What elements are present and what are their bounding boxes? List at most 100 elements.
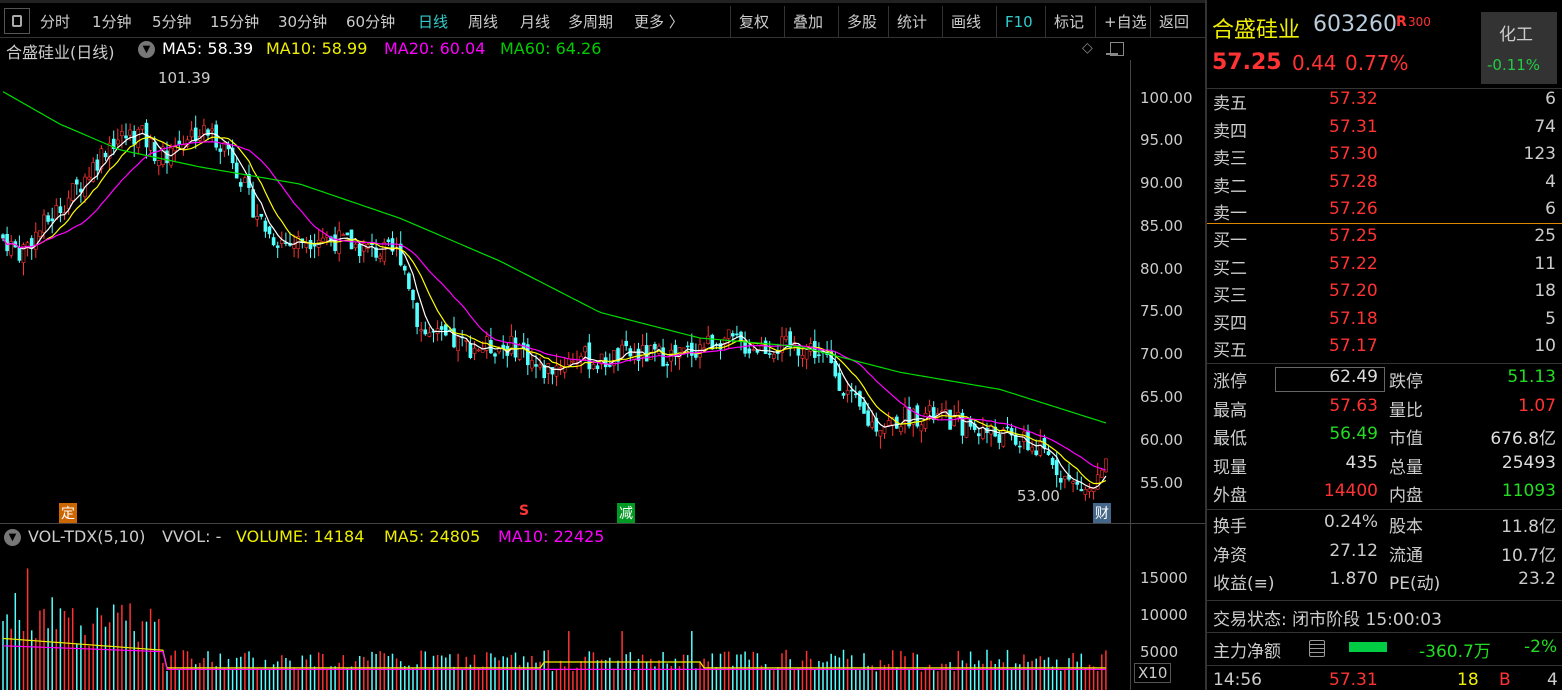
diamond-icon[interactable]: ◇: [1082, 40, 1093, 56]
toolbar-button-0[interactable]: 复权: [730, 6, 777, 38]
candle: [878, 430, 883, 437]
level-volume: 4: [1545, 171, 1556, 192]
toolbar-button-5[interactable]: F10: [996, 6, 1041, 38]
candle: [558, 367, 563, 369]
candle: [1071, 481, 1075, 484]
volume-chart[interactable]: [0, 550, 1130, 690]
stat-row: 净资 27.12 流通 10.7亿: [1213, 541, 1556, 568]
period-tab-9[interactable]: 多周期: [568, 11, 613, 32]
asks-row[interactable]: 卖一 57.26 6: [1213, 199, 1556, 226]
period-tab-10[interactable]: 更多 〉: [634, 11, 684, 32]
bids-row[interactable]: 买二 57.22 11: [1213, 254, 1556, 281]
toolbar-button-8[interactable]: 返回: [1150, 6, 1197, 38]
candle: [1, 234, 5, 239]
asks-row[interactable]: 卖五 57.32 6: [1213, 89, 1556, 116]
candlestick-chart[interactable]: [0, 60, 1130, 522]
period-tab-3[interactable]: 15分钟: [210, 11, 259, 32]
event-marker-jian[interactable]: 减: [617, 503, 635, 523]
candle: [1001, 428, 1006, 447]
event-marker-cai[interactable]: 财: [1093, 503, 1111, 523]
period-tab-0[interactable]: 分时: [40, 11, 70, 32]
asks-row[interactable]: 卖三 57.30 123: [1213, 144, 1556, 171]
main-flow-detail-icon[interactable]: [1309, 640, 1325, 657]
candle: [386, 239, 391, 243]
vvol-label: VVOL: -: [162, 527, 222, 546]
toolbar-button-3[interactable]: 统计: [888, 6, 935, 38]
period-tab-2[interactable]: 5分钟: [152, 11, 192, 32]
maximize-icon[interactable]: [1110, 42, 1124, 56]
candle: [587, 342, 592, 370]
candle: [50, 218, 55, 222]
candle: [681, 347, 686, 352]
candle: [726, 329, 731, 339]
candle: [624, 340, 629, 347]
stat-value: 25493: [1501, 452, 1556, 473]
candle: [866, 410, 870, 426]
candle: [493, 353, 497, 357]
candle: [243, 177, 247, 183]
period-tab-8[interactable]: 月线: [520, 11, 550, 32]
stat-label: 跌停: [1389, 372, 1423, 392]
candle: [202, 125, 206, 135]
stat-label: 净资: [1213, 545, 1247, 566]
main-flow-value: -360.7万: [1419, 642, 1491, 662]
level-price: 57.17: [1329, 336, 1378, 356]
candle: [833, 360, 838, 377]
tick-volume: 18: [1457, 670, 1479, 690]
candle: [976, 433, 981, 437]
candle: [136, 128, 141, 149]
bids-row[interactable]: 买三 57.20 18: [1213, 281, 1556, 308]
toolbar-button-4[interactable]: 画线: [942, 6, 989, 38]
candle: [870, 421, 875, 428]
bids-row[interactable]: 买四 57.18 5: [1213, 309, 1556, 336]
price-tick: 100.00: [1140, 88, 1193, 107]
asks-row[interactable]: 卖二 57.28 4: [1213, 172, 1556, 199]
candle: [116, 139, 120, 145]
candle: [784, 335, 788, 340]
stat-row: 换手 0.24% 股本 11.8亿: [1213, 512, 1556, 539]
period-tab-4[interactable]: 30分钟: [278, 11, 327, 32]
sector-box[interactable]: 化工 -0.11%: [1481, 12, 1557, 84]
asks-row[interactable]: 卖四 57.31 74: [1213, 117, 1556, 144]
level-volume: 10: [1534, 336, 1556, 356]
bids-row[interactable]: 买一 57.25 25: [1213, 226, 1556, 253]
event-marker-ding[interactable]: 定: [59, 503, 77, 523]
level-volume: 6: [1545, 89, 1556, 109]
level-label: 卖四: [1213, 121, 1247, 142]
candle: [1075, 481, 1079, 485]
candle: [95, 159, 100, 171]
candle: [530, 360, 534, 369]
candle: [665, 364, 670, 366]
volume-dropdown-icon[interactable]: ▼: [4, 529, 21, 546]
candle: [837, 372, 842, 391]
level-label: 卖五: [1213, 94, 1247, 114]
period-tab-1[interactable]: 1分钟: [92, 11, 132, 32]
candle: [620, 344, 624, 358]
candle: [75, 179, 79, 185]
event-marker-s[interactable]: S: [519, 503, 529, 519]
candle: [157, 160, 161, 166]
level-price: 57.22: [1329, 253, 1378, 274]
toolbar-button-7[interactable]: +自选: [1095, 6, 1155, 38]
stat-label: 涨停: [1213, 372, 1247, 392]
candle: [38, 230, 42, 237]
candle: [685, 345, 690, 348]
stat-label: 收益(≡): [1213, 574, 1275, 594]
bids-row[interactable]: 买五 57.17 10: [1213, 336, 1556, 363]
period-tab-7[interactable]: 周线: [468, 11, 498, 32]
price-tick: 90.00: [1140, 174, 1183, 193]
toolbar-button-6[interactable]: 标记: [1045, 6, 1092, 38]
toolbar-button-1[interactable]: 叠加: [784, 6, 831, 38]
stat-value: 10.7亿: [1501, 545, 1556, 566]
candle: [398, 243, 403, 266]
price-tick: 55.00: [1140, 473, 1183, 492]
period-tab-6[interactable]: 日线: [418, 11, 448, 32]
candle: [743, 341, 747, 354]
indicator-dropdown-icon[interactable]: ▼: [138, 41, 155, 58]
high-price-label: 101.39: [158, 69, 211, 87]
period-tab-5[interactable]: 60分钟: [346, 11, 395, 32]
candle: [981, 427, 985, 439]
sidebar-toggle-button[interactable]: [4, 8, 30, 34]
toolbar-button-2[interactable]: 多股: [838, 6, 885, 38]
candle: [812, 341, 817, 358]
